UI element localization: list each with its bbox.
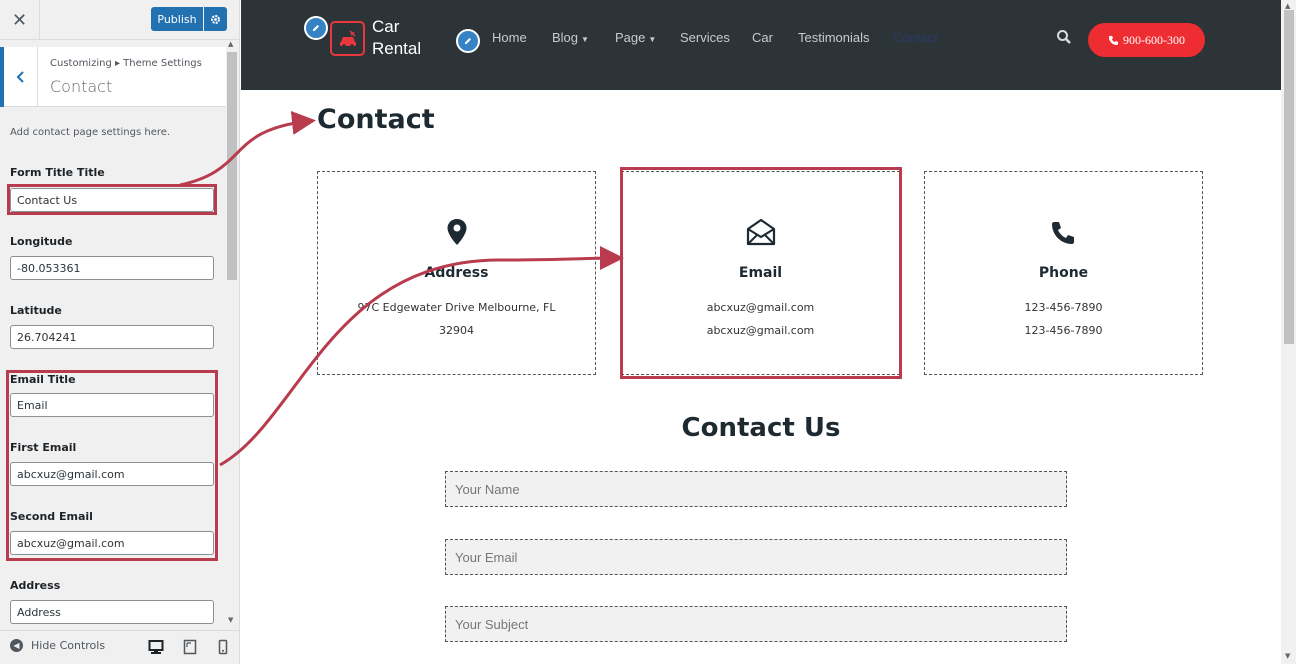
phone-button-label: 900-600-300 [1123, 32, 1185, 47]
your-subject-input[interactable]: Your Subject [445, 606, 1067, 642]
edit-logo-pencil-icon[interactable] [304, 16, 328, 40]
sidebar-scroll-thumb[interactable] [227, 52, 237, 280]
address-line-2: 32904 [439, 324, 474, 337]
address-card: Address 97C Edgewater Drive Melbourne, F… [317, 171, 596, 375]
preview-scrollbar[interactable]: ▲ ▼ [1281, 0, 1296, 664]
longitude-input[interactable]: -80.053361 [10, 256, 214, 280]
chevron-down-icon: ▼ [581, 35, 589, 44]
tablet-preview-icon[interactable] [182, 639, 198, 655]
phone-icon [925, 218, 1202, 246]
address-card-title: Address [424, 265, 489, 281]
sidebar-scrollbar[interactable]: ▲ ▼ [226, 40, 238, 630]
car-logo-icon[interactable] [330, 21, 365, 56]
scroll-up-icon[interactable]: ▲ [228, 40, 233, 48]
logo-line-2: Rental [372, 39, 422, 58]
phone-icon [1108, 35, 1119, 45]
nav-testimonials[interactable]: Testimonials [798, 30, 870, 45]
address-line-1: 97C Edgewater Drive Melbourne, FL [357, 301, 556, 314]
back-chevron-icon[interactable] [0, 47, 38, 107]
breadcrumb: Customizing ▸ Theme Settings [50, 58, 202, 69]
address-input[interactable]: Address [10, 600, 214, 624]
preview-scroll-thumb[interactable] [1284, 10, 1294, 344]
contact-form-title: Contact Us [681, 413, 841, 443]
email-fields-highlight [6, 370, 218, 561]
nav-page-label: Page [615, 30, 646, 45]
chevron-down-icon: ▼ [648, 35, 657, 44]
phone-card: Phone 123-456-7890 123-456-7890 [924, 171, 1203, 375]
hide-controls-button[interactable]: ◀ Hide Controls [10, 639, 105, 652]
customizer-sidebar: ✕ Publish Customizing ▸ Theme Settings C… [0, 0, 240, 664]
email-card-highlight [620, 167, 902, 379]
your-email-input[interactable]: Your Email [445, 539, 1067, 575]
publish-button[interactable]: Publish [151, 7, 203, 31]
site-logo-text[interactable]: Car Rental [372, 16, 421, 60]
site-header: Car Rental Home Blog ▼ Page ▼ Services Car… [241, 0, 1281, 90]
address-label: Address [10, 579, 61, 592]
map-pin-icon [318, 218, 595, 246]
nav-blog[interactable]: Blog ▼ [552, 30, 589, 45]
longitude-label: Longitude [10, 235, 73, 248]
search-icon[interactable] [1056, 29, 1072, 45]
close-customizer-button[interactable]: ✕ [0, 0, 40, 40]
publish-settings-gear-icon[interactable] [204, 7, 227, 31]
form-title-highlight [7, 184, 217, 215]
hide-controls-label: Hide Controls [31, 639, 106, 652]
page-title: Contact [317, 104, 435, 135]
edit-menu-pencil-icon[interactable] [456, 29, 480, 53]
latitude-input[interactable]: 26.704241 [10, 325, 214, 349]
phone-call-button[interactable]: 900-600-300 [1088, 23, 1205, 57]
latitude-label: Latitude [10, 304, 62, 317]
scroll-up-icon[interactable]: ▲ [1285, 2, 1290, 10]
phone-line-1: 123-456-7890 [1024, 301, 1103, 314]
nav-contact[interactable]: Contact [893, 30, 938, 45]
scroll-down-icon[interactable]: ▼ [1285, 652, 1290, 660]
collapse-arrow-icon: ◀ [10, 639, 23, 652]
mobile-preview-icon[interactable] [215, 639, 231, 655]
customizer-header: ✕ Publish [0, 0, 239, 40]
nav-page[interactable]: Page ▼ [615, 30, 656, 45]
section-header: Customizing ▸ Theme Settings Contact [0, 47, 226, 107]
your-name-input[interactable]: Your Name [445, 471, 1067, 507]
scroll-down-icon[interactable]: ▼ [228, 616, 233, 624]
nav-blog-label: Blog [552, 30, 579, 45]
site-preview: Car Rental Home Blog ▼ Page ▼ Services Car… [241, 0, 1281, 664]
section-title: Contact [50, 77, 113, 96]
customizer-footer: ◀ Hide Controls [0, 630, 239, 664]
nav-services[interactable]: Services [680, 30, 730, 45]
desktop-preview-icon[interactable] [148, 639, 164, 655]
nav-car[interactable]: Car [752, 30, 773, 45]
logo-line-1: Car [372, 17, 400, 36]
section-description: Add contact page settings here. [10, 127, 171, 138]
phone-line-2: 123-456-7890 [1024, 324, 1103, 337]
phone-card-title: Phone [1038, 265, 1089, 281]
nav-home[interactable]: Home [492, 30, 527, 45]
form-title-label: Form Title Title [10, 166, 105, 179]
